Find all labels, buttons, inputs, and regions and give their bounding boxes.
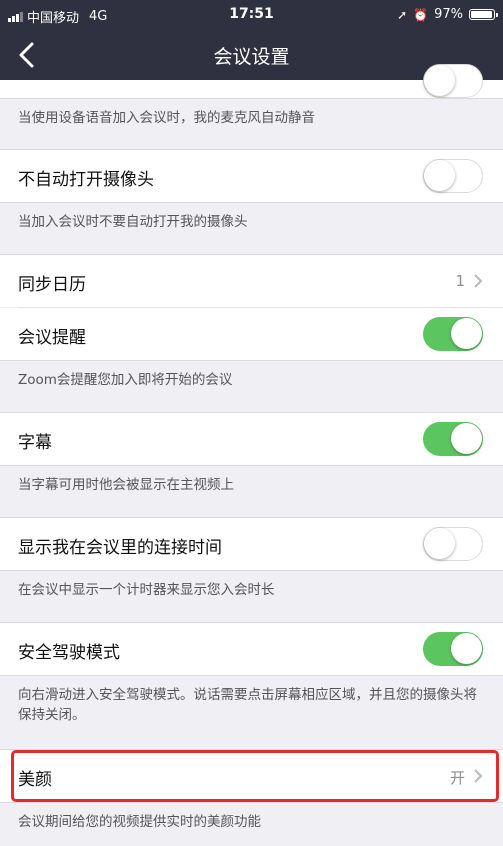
no-camera-row[interactable]: 不自动打开摄像头 xyxy=(0,150,503,202)
connect-time-toggle[interactable] xyxy=(423,527,483,561)
toggle-knob xyxy=(424,160,455,191)
divider xyxy=(0,98,503,99)
divider xyxy=(0,675,503,676)
connect-time-desc: 在会议中显示一个计时器来显示您入会时长 xyxy=(18,582,275,598)
beauty-desc: 会议期间给您的视频提供实时的美颜功能 xyxy=(18,814,261,830)
divider xyxy=(0,202,503,203)
captions-row[interactable]: 字幕 xyxy=(0,413,503,465)
divider xyxy=(0,802,503,803)
captions-toggle[interactable] xyxy=(423,422,483,456)
divider xyxy=(0,360,503,361)
captions-label: 字幕 xyxy=(18,433,52,453)
no-camera-toggle[interactable] xyxy=(423,159,483,193)
battery-icon xyxy=(469,9,498,20)
battery-label: 97% xyxy=(434,7,463,22)
alarm-icon: ⏰ xyxy=(413,7,429,22)
highlight-box xyxy=(11,750,499,802)
no-camera-desc: 当加入会议时不要自动打开我的摄像头 xyxy=(18,214,248,230)
divider xyxy=(0,570,503,571)
meeting-reminder-row[interactable]: 会议提醒 xyxy=(0,308,503,360)
chevron-right-icon xyxy=(474,274,483,288)
meeting-reminder-label: 会议提醒 xyxy=(18,328,86,348)
toggle-knob xyxy=(451,318,482,349)
meeting-reminder-desc: Zoom会提醒您加入即将开始的会议 xyxy=(18,372,233,388)
no-camera-label: 不自动打开摄像头 xyxy=(18,170,154,190)
divider xyxy=(0,465,503,466)
safe-driving-label: 安全驾驶模式 xyxy=(18,643,120,663)
connect-time-row[interactable]: 显示我在会议里的连接时间 xyxy=(0,518,503,570)
captions-desc: 当字幕可用时他会被显示在主视频上 xyxy=(18,477,234,493)
meeting-reminder-toggle[interactable] xyxy=(423,317,483,351)
toggle-knob xyxy=(424,528,455,559)
location-icon: ➚ xyxy=(397,7,408,22)
toggle-knob xyxy=(424,65,455,96)
safe-driving-desc: 向右滑动进入安全驾驶模式。说话需要点击屏幕相应区域，并且您的摄像头将保持关闭。 xyxy=(18,687,477,723)
toggle-knob xyxy=(451,423,482,454)
safe-driving-toggle[interactable] xyxy=(423,632,483,666)
sync-calendar-label: 同步日历 xyxy=(18,275,86,295)
status-right: ➚ ⏰ 97% xyxy=(397,7,498,22)
page-title: 会议设置 xyxy=(213,46,290,68)
toggle-knob xyxy=(451,633,482,664)
mute-mic-toggle[interactable] xyxy=(423,64,483,98)
sync-calendar-row[interactable]: 同步日历 1 xyxy=(0,255,503,307)
safe-driving-row[interactable]: 安全驾驶模式 xyxy=(0,623,503,675)
status-bar: 中国移动 4G 17:51 ➚ ⏰ 97% xyxy=(0,0,503,30)
mute-mic-row[interactable] xyxy=(0,64,503,98)
mute-mic-desc: 当使用设备语音加入会议时，我的麦克风自动静音 xyxy=(18,110,315,126)
connect-time-label: 显示我在会议里的连接时间 xyxy=(18,538,222,558)
sync-calendar-value: 1 xyxy=(455,272,465,290)
